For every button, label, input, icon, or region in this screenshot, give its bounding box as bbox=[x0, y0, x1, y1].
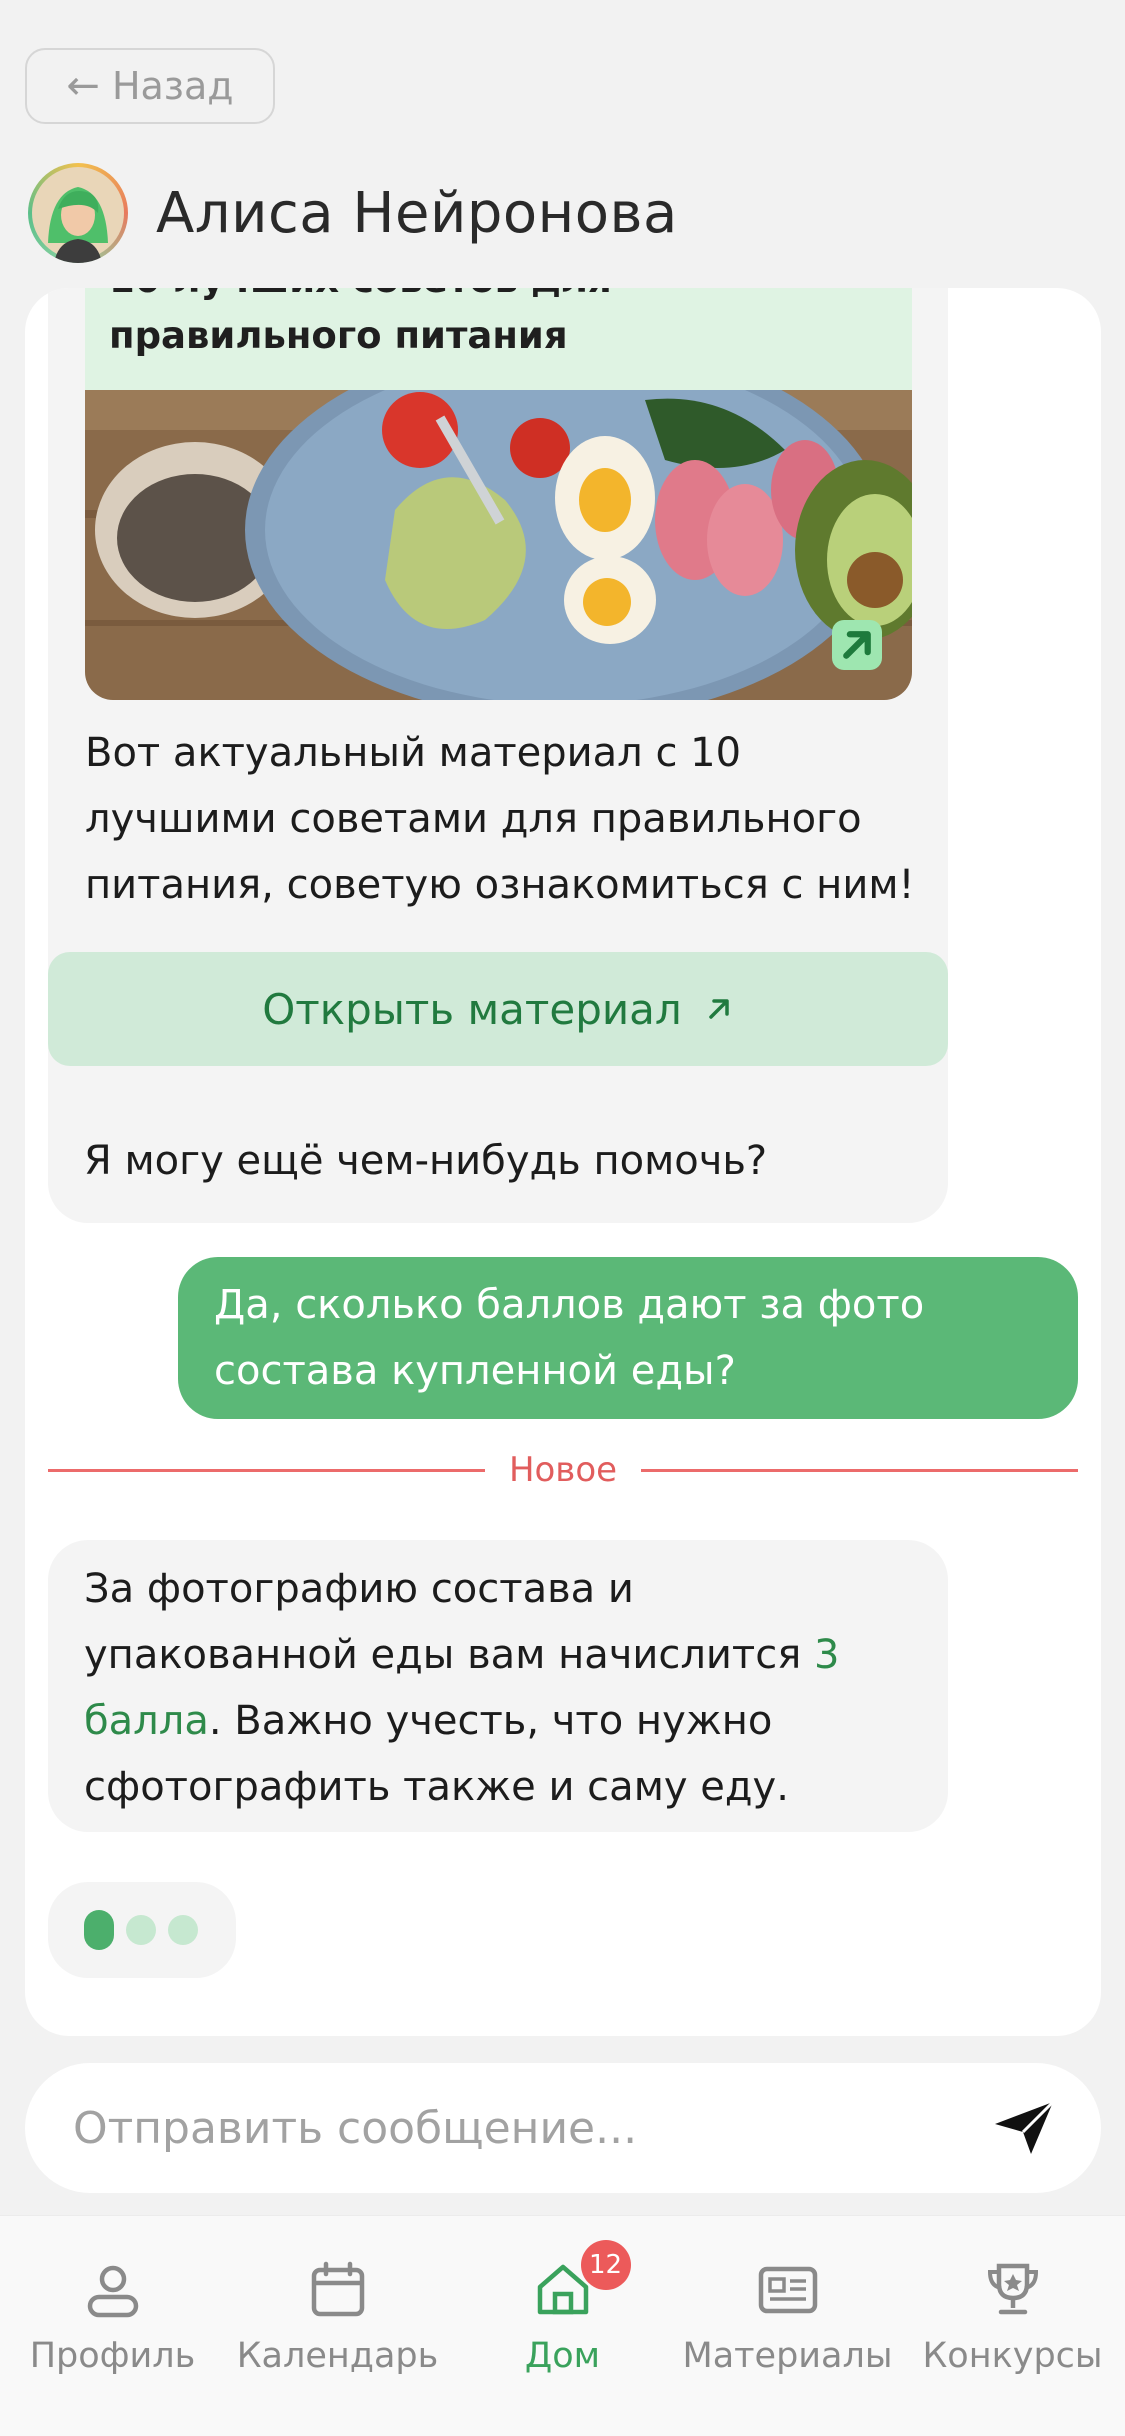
open-material-label: Открыть материал bbox=[262, 984, 682, 1034]
tab-home-label: Дом bbox=[524, 2336, 601, 2376]
tab-materials[interactable]: Материалы bbox=[683, 2258, 893, 2436]
article-title: 10 лучших советов для правильного питани… bbox=[109, 288, 612, 357]
tab-materials-label: Материалы bbox=[682, 2336, 893, 2376]
divider-line-left bbox=[48, 1468, 485, 1472]
tab-home[interactable]: 12 Дом bbox=[458, 2240, 668, 2436]
divider-line-right bbox=[641, 1468, 1079, 1472]
open-material-button[interactable]: Открыть материал bbox=[48, 952, 948, 1066]
external-link-icon bbox=[832, 620, 882, 670]
message-composer bbox=[25, 2063, 1101, 2193]
new-messages-divider: Новое bbox=[48, 1440, 1079, 1500]
tab-profile[interactable]: Профиль bbox=[8, 2258, 218, 2436]
news-icon bbox=[756, 2258, 820, 2322]
profile-icon bbox=[81, 2258, 145, 2322]
typing-dot bbox=[126, 1915, 156, 1945]
back-button[interactable]: ← Назад bbox=[25, 48, 275, 124]
avatar-image bbox=[32, 167, 124, 263]
typing-indicator bbox=[48, 1882, 236, 1978]
article-description: Вот актуальный материал с 10 лучшими сов… bbox=[85, 730, 915, 908]
back-button-label: Назад bbox=[111, 64, 234, 108]
typing-dot bbox=[84, 1910, 114, 1950]
chat-header: Алиса Нейронова bbox=[28, 158, 678, 268]
bottom-tab-bar: Профиль Календарь 12 Дом Материалы Конку… bbox=[0, 2215, 1125, 2436]
user-message-text: Да, сколько баллов дают за фото состава … bbox=[214, 1282, 925, 1394]
article-image[interactable] bbox=[85, 390, 912, 700]
avatar[interactable] bbox=[28, 163, 128, 263]
contact-name: Алиса Нейронова bbox=[156, 180, 678, 246]
trophy-icon bbox=[981, 2258, 1045, 2322]
tab-contests[interactable]: Конкурсы bbox=[908, 2258, 1118, 2436]
bot-message: Я могу ещё чем-нибудь помочь? bbox=[48, 1113, 810, 1209]
divider-label: Новое bbox=[508, 1450, 618, 1490]
tab-calendar-label: Календарь bbox=[236, 2336, 439, 2376]
arrow-up-right-icon bbox=[709, 999, 729, 1019]
notification-badge: 12 bbox=[580, 2240, 631, 2290]
calendar-icon bbox=[306, 2258, 370, 2322]
home-icon: 12 bbox=[531, 2240, 631, 2322]
article-header: 10 лучших советов для правильного питани… bbox=[85, 288, 912, 390]
send-icon bbox=[995, 2100, 1055, 2154]
send-button[interactable] bbox=[989, 2093, 1059, 2163]
bot-answer-text-start: За фотографию состава и упакованной еды … bbox=[84, 1566, 814, 1678]
tab-contests-label: Конкурсы bbox=[922, 2336, 1103, 2376]
typing-dot bbox=[168, 1915, 198, 1945]
tab-profile-label: Профиль bbox=[29, 2336, 196, 2376]
message-input[interactable] bbox=[73, 2102, 989, 2154]
food-bowl-image bbox=[85, 390, 912, 700]
user-message: Да, сколько баллов дают за фото состава … bbox=[178, 1257, 1078, 1419]
arrow-left-icon: ← bbox=[66, 63, 100, 109]
bot-message-text: Я могу ещё чем-нибудь помочь? bbox=[84, 1138, 768, 1184]
bot-answer: За фотографию состава и упакованной еды … bbox=[48, 1540, 948, 1832]
tab-calendar[interactable]: Календарь bbox=[233, 2258, 443, 2436]
chat-area[interactable]: 10 лучших советов для правильного питани… bbox=[25, 288, 1101, 2036]
